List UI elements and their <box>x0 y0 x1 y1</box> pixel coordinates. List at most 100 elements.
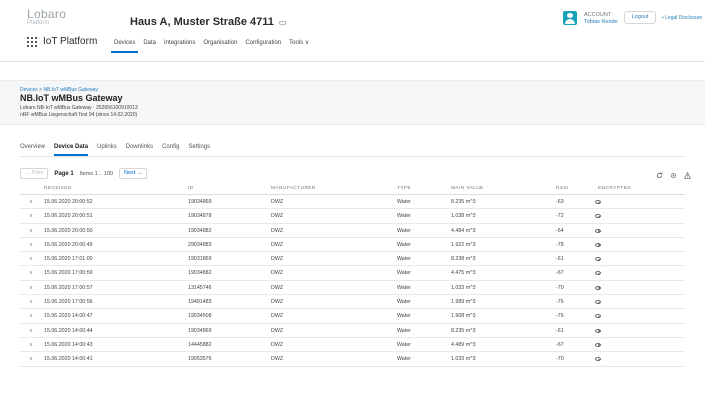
eye-icon[interactable] <box>595 285 601 290</box>
settings-gear-icon[interactable] <box>670 172 677 179</box>
expand-chevron-icon[interactable]: ∨ <box>29 213 33 219</box>
legal-disclosure-link[interactable]: • Legal Disclosure <box>662 15 702 21</box>
cell-rssi: -61 <box>556 327 564 334</box>
cell-type: Water <box>397 270 411 277</box>
table-row[interactable]: ∨ 15.06.2020 20:00:52 19034869 DWZ Water 8.23… <box>20 195 685 210</box>
tab-device-data[interactable]: Device Data <box>54 144 89 156</box>
eye-icon[interactable] <box>595 300 601 305</box>
cell-main-value: 4.475 m^3 <box>451 270 476 277</box>
cell-type: Water <box>397 299 411 306</box>
page-title: NB.IoT wMBus Gateway <box>20 93 123 103</box>
eye-icon[interactable] <box>595 357 601 362</box>
table-row[interactable]: ∨ 15.06.2020 20:00:49 29034883 DWZ Water 1.92… <box>20 238 685 253</box>
cell-manufacturer: DWZ <box>271 356 284 363</box>
col-manufacturer[interactable]: MANUFACTURER <box>271 186 316 191</box>
table-row[interactable]: ∨ 15.06.2020 20:00:50 19034882 DWZ Water 4.48… <box>20 223 685 238</box>
cell-type: Water <box>397 284 411 291</box>
nav-configuration[interactable]: Configuration <box>241 39 285 53</box>
eye-icon[interactable] <box>595 214 601 219</box>
expand-chevron-icon[interactable]: ∨ <box>29 242 33 248</box>
eye-icon[interactable] <box>595 342 601 347</box>
expand-chevron-icon[interactable]: ∨ <box>29 356 33 362</box>
col-received[interactable]: RECEIVED <box>44 186 72 191</box>
col-encrypted[interactable]: ENCRYPTED <box>598 186 631 191</box>
account-name: Tobias Rende <box>584 19 618 25</box>
nav-organisation[interactable]: Organisation <box>199 39 241 53</box>
tab-uplinks[interactable]: Uplinks <box>97 144 117 156</box>
col-id[interactable]: ID <box>188 186 194 191</box>
cell-main-value: 1.908 m^3 <box>451 313 476 320</box>
cell-type: Water <box>397 313 411 320</box>
expand-chevron-icon[interactable]: ∨ <box>29 256 33 262</box>
col-main-value[interactable]: MAIN VALUE <box>451 186 484 191</box>
device-subtitle: Lobaro NB-IoT wMBus Gateway · 3526561009… <box>20 105 138 111</box>
expand-chevron-icon[interactable]: ∨ <box>29 228 33 234</box>
tab-downlinks[interactable]: Downlinks <box>126 144 153 156</box>
account-info[interactable]: ACCOUNT Tobias Rende <box>584 12 618 26</box>
table-row[interactable]: ∨ 15.06.2020 14:00:47 19034508 DWZ Water 1.90… <box>20 309 685 324</box>
cell-id: 19034882 <box>188 270 212 277</box>
col-type[interactable]: TYPE <box>397 186 411 191</box>
table-row[interactable]: ∨ 15.06.2020 17:00:56 19481483 DWZ Water 1.98… <box>20 295 685 310</box>
next-page-button[interactable]: Next → <box>119 168 148 179</box>
eye-icon[interactable] <box>595 271 601 276</box>
eye-icon[interactable] <box>595 257 601 262</box>
cell-main-value: 4.489 m^3 <box>451 341 476 348</box>
cell-manufacturer: DWZ <box>271 313 284 320</box>
table-tools <box>656 172 691 179</box>
cell-received: 15.06.2020 20:00:50 <box>44 227 93 234</box>
cell-rssi: -78 <box>556 241 564 248</box>
cell-id: 19034869 <box>188 199 212 205</box>
refresh-icon[interactable] <box>656 172 663 179</box>
account-avatar-icon[interactable] <box>563 11 577 25</box>
nav-devices[interactable]: Devices <box>110 39 139 53</box>
cell-manufacturer: DWZ <box>271 227 284 234</box>
nav-tools[interactable]: Tools ∨ <box>285 39 313 53</box>
eye-icon[interactable] <box>595 242 601 247</box>
cell-main-value: 1.033 m^3 <box>451 284 476 291</box>
tab-overview[interactable]: Overview <box>20 144 45 156</box>
nav-data[interactable]: Data <box>139 39 160 53</box>
nav-integrations[interactable]: Integrations <box>160 39 199 53</box>
table-row[interactable]: ∨ 15.06.2020 17:00:57 13145746 DWZ Water 1.03… <box>20 280 685 296</box>
eye-icon[interactable] <box>595 228 601 233</box>
device-header: Devices > NB.IoT wMBus Gateway NB.IoT wM… <box>0 80 705 125</box>
cell-main-value: 1.922 m^3 <box>451 241 476 248</box>
lobaro-logo[interactable]: Lobaro Platform <box>27 7 66 26</box>
table-row[interactable]: ∨ 15.06.2020 14:00:44 19034869 DWZ Water 8.23… <box>20 324 685 338</box>
expand-chevron-icon[interactable]: ∨ <box>29 270 33 276</box>
cell-main-value: 1.989 m^3 <box>451 299 476 306</box>
expand-chevron-icon[interactable]: ∨ <box>29 342 33 348</box>
cell-received: 15.06.2020 20:00:52 <box>44 199 93 205</box>
expand-chevron-icon[interactable]: ∨ <box>29 299 33 305</box>
eye-icon[interactable] <box>595 314 601 319</box>
expand-chevron-icon[interactable]: ∨ <box>29 199 33 205</box>
property-switch-icon[interactable]: ▭ <box>279 18 287 27</box>
cell-main-value: 8.235 m^3 <box>451 199 476 205</box>
logout-button[interactable]: Logout <box>624 11 656 24</box>
eye-icon[interactable] <box>595 328 601 333</box>
prev-page-button[interactable]: ← Prev <box>20 168 49 179</box>
warning-icon[interactable] <box>684 172 691 179</box>
tab-settings[interactable]: Settings <box>188 144 210 156</box>
table-row[interactable]: ∨ 15.06.2020 14:00:43 14445882 DWZ Water 4.48… <box>20 337 685 353</box>
table-row[interactable]: ∨ 15.06.2020 14:00:41 19053576 DWZ Water 1.03… <box>20 352 685 367</box>
table-body: ∨ 15.06.2020 20:00:52 19034869 DWZ Water 8.23… <box>20 195 685 367</box>
tab-config[interactable]: Config <box>162 144 179 156</box>
cell-id: 14445882 <box>188 341 212 348</box>
table-row[interactable]: ∨ 15.06.2020 20:00:51 19034878 DWZ Water 1.03… <box>20 209 685 224</box>
cell-received: 15.06.2020 14:00:47 <box>44 313 93 320</box>
pagination: ← Prev Page 1 Items 1 .. 100 Next → <box>20 168 148 179</box>
expand-chevron-icon[interactable]: ∨ <box>29 328 33 334</box>
cell-received: 15.06.2020 14:00:44 <box>44 327 93 334</box>
expand-chevron-icon[interactable]: ∨ <box>29 313 33 319</box>
expand-chevron-icon[interactable]: ∨ <box>29 285 33 291</box>
table-row[interactable]: ∨ 15.06.2020 17:00:59 19034882 DWZ Water 4.47… <box>20 266 685 281</box>
cell-received: 15.06.2020 20:00:51 <box>44 213 93 220</box>
cell-rssi: -64 <box>556 227 564 234</box>
app-launcher-icon[interactable] <box>27 37 37 47</box>
eye-icon[interactable] <box>595 200 601 204</box>
table-row[interactable]: ∨ 15.06.2020 17:01:00 19031869 DWZ Water 8.23… <box>20 252 685 267</box>
col-rssi[interactable]: RSSI <box>556 186 569 191</box>
device-location: nRF wMBus Liegenschaft Test 94 (since 14… <box>20 112 138 118</box>
